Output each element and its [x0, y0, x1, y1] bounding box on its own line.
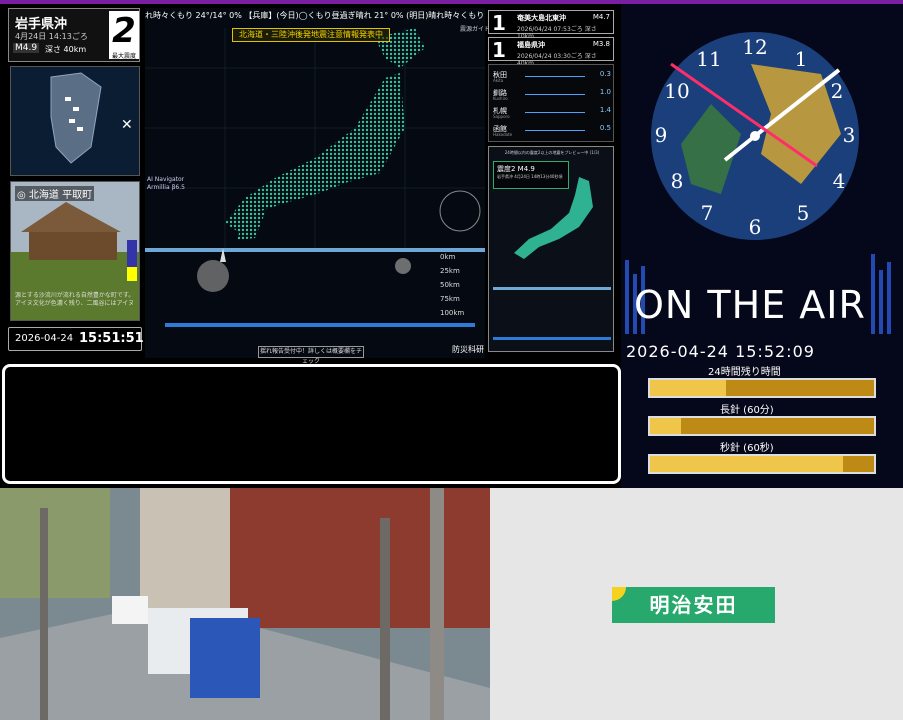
station-value: 1.0: [599, 88, 611, 96]
recent-quake-card: 1 奄美大島北東沖 M4.7 2026/04/24 07:53ごろ 深さ10km: [488, 10, 614, 40]
svg-text:7: 7: [701, 201, 714, 225]
svg-text:9: 9: [655, 123, 668, 147]
quake-info-card: 岩手県沖 4月24日 14:13ごろ M4.9 深さ 40km 2 最大震度: [8, 8, 140, 62]
report-check-button[interactable]: 揺れ報告受付中！詳しくは概要欄をチェック: [258, 346, 364, 365]
svg-text:1: 1: [795, 47, 808, 71]
svg-text:5: 5: [797, 201, 810, 225]
quake-preview: 24時間以内の震度2以上の地震をプレビュー中 (1/3) 震度2 M4.9 岩手…: [488, 146, 614, 352]
depth-tick: 50km: [440, 281, 460, 289]
japan-map-graphic: [145, 28, 485, 327]
sponsor-sign: 明治安田: [612, 587, 775, 623]
station-value: 0.5: [599, 124, 611, 132]
location-photo: ◎ 北海道 平取町 源とする沙流川が流れる自然豊かな町です。アイヌ文化が色濃く残…: [10, 181, 140, 321]
mini-map: ✕: [10, 66, 140, 176]
depth-tick: 75km: [440, 295, 460, 303]
svg-text:2: 2: [831, 79, 844, 103]
quake-region: 岩手県沖: [15, 17, 68, 32]
station-row: 函館 Hakodate 0.5: [493, 123, 611, 139]
ai-navigator-label: AI Navigator Armillia β6.5: [147, 176, 185, 192]
progress-fill-24h: [650, 380, 727, 396]
street-camera-view: [0, 488, 490, 720]
iwate-map-graphic: ✕: [50, 72, 133, 164]
intensity-badge: 2 最大震度: [109, 11, 139, 60]
station-row: 札幌 Sapporo 1.4: [493, 105, 611, 121]
svg-text:12: 12: [742, 35, 767, 59]
progress-fill-second: [650, 456, 843, 472]
quake-magnitude: M4.9: [13, 43, 40, 53]
station-row: 秋田 Akita 0.3: [493, 69, 611, 85]
left-clock-time: 15:51:51: [79, 331, 144, 346]
bar-label-second: 秒針 (60秒): [720, 443, 774, 454]
progress-bar-second: [648, 454, 876, 474]
region-guide-label: 震源ガイド: [460, 26, 491, 33]
depth-tick: 25km: [440, 267, 460, 275]
photo-description: 源とする沙流川が流れる自然豊かな町です。アイヌ文化が色濃く残り、二風谷にはアイヌ: [15, 292, 135, 307]
station-row: 釧路 Kushiro 1.0: [493, 87, 611, 103]
on-air-datetime: 2026-04-24 15:52:09: [626, 342, 815, 361]
warning-banner: 北海道・三陸沖後発地震注意情報発表中: [232, 28, 390, 42]
svg-text:3: 3: [843, 123, 856, 147]
station-waveform: [525, 112, 585, 113]
recent-quake-magnitude: M3.8: [592, 40, 610, 48]
recent-quake-intensity: 1: [492, 38, 506, 62]
preview-title: 震度2 M4.9: [497, 165, 535, 173]
ai-navigator-version: Armillia β6.5: [147, 184, 185, 191]
blank-message-panel: [2, 364, 621, 484]
station-value: 1.4: [599, 106, 611, 114]
station-monitor: 秋田 Akita 0.3 釧路 Kushiro 1.0 札幌 Sapporo 1…: [488, 64, 614, 142]
station-romaji: Hakodate: [493, 132, 513, 137]
intensity-value: 2: [112, 11, 136, 51]
progress-fill-minute: [650, 418, 682, 434]
bosai-label: 防災科研: [452, 345, 484, 354]
recent-quake-card: 1 福島県沖 M3.8 2026/04/24 03:30ごろ 深さ40km: [488, 37, 614, 67]
quake-depth: 深さ 40km: [45, 45, 87, 54]
photo-location-title: ◎ 北海道 平取町: [15, 186, 95, 201]
svg-text:10: 10: [664, 79, 689, 103]
ai-navigator-name: AI Navigator: [147, 176, 185, 183]
svg-text:4: 4: [833, 169, 846, 193]
recent-quake-magnitude: M4.7: [592, 13, 610, 21]
recent-quake-intensity: 1: [492, 11, 506, 35]
depth-tick: 100km: [440, 309, 465, 317]
station-waveform: [525, 130, 585, 131]
depth-tick: 0km: [440, 253, 456, 261]
svg-text:6: 6: [749, 215, 762, 239]
left-clock: 2026-04-24 15:51:51: [8, 327, 144, 351]
bar-label-minute: 長針 (60分): [720, 405, 774, 416]
svg-text:11: 11: [696, 47, 721, 71]
station-waveform: [525, 94, 585, 95]
svg-text:8: 8: [671, 169, 684, 193]
bar-label-24h: 24時間残り時間: [708, 367, 781, 378]
station-romaji: Sapporo: [493, 114, 510, 119]
preview-card: 震度2 M4.9 岩手県沖 4月24日 14時13分40秒頃: [493, 161, 569, 189]
progress-bar-24h: [648, 378, 876, 398]
on-air-title: ON THE AIR: [634, 283, 866, 327]
progress-bar-minute: [648, 416, 876, 436]
left-clock-date: 2026-04-24: [15, 333, 74, 344]
depth-scale: 0km 25km 50km 75km 100km: [440, 250, 464, 320]
quake-time: 4月24日 14:13ごろ: [15, 32, 88, 41]
station-value: 0.3: [599, 70, 611, 78]
station-romaji: Akita: [493, 78, 504, 83]
svg-text:✕: ✕: [121, 117, 133, 133]
japan-quake-map: [145, 8, 485, 358]
station-romaji: Kushiro: [493, 96, 508, 101]
preview-subtitle: 岩手県沖 4月24日 14時13分40秒頃: [497, 174, 563, 179]
station-waveform: [525, 76, 585, 77]
street-scene-image: [0, 488, 490, 720]
recent-quake-region: 福島県沖: [517, 41, 545, 49]
weather-ticker: れ時々くもり 24°/14° 0% 【兵庫】(今日)◯くもり昼過ぎ晴れ 21° …: [145, 11, 485, 20]
recent-quake-region: 奄美大島北東沖: [517, 14, 566, 22]
intensity-label: 最大震度: [111, 53, 136, 60]
